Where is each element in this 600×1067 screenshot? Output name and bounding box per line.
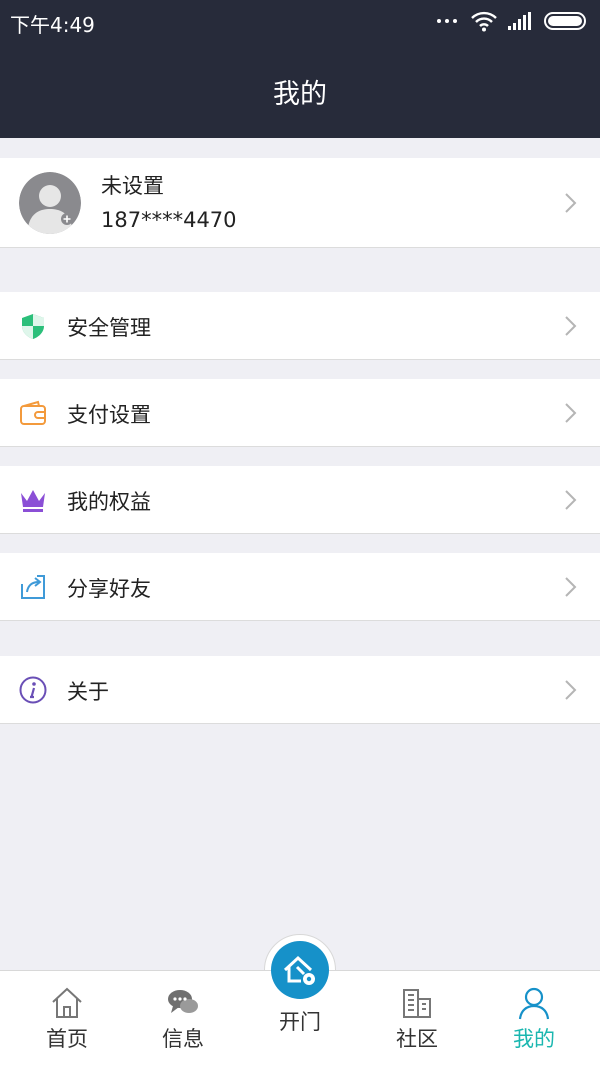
building-icon bbox=[403, 989, 431, 1018]
avatar-placeholder-icon bbox=[19, 172, 81, 234]
menu-item-about[interactable]: 关于 bbox=[0, 656, 600, 724]
chevron-right-icon bbox=[565, 316, 577, 336]
tab-label: 信息 bbox=[162, 1027, 204, 1051]
user-icon bbox=[518, 987, 550, 1020]
menu-item-payment[interactable]: 支付设置 bbox=[0, 379, 600, 447]
chevron-right-icon bbox=[565, 577, 577, 597]
tab-mine[interactable]: 我的 bbox=[484, 971, 584, 1067]
wallet-icon bbox=[20, 400, 46, 425]
chevron-right-icon bbox=[565, 193, 577, 213]
chevron-right-icon bbox=[565, 403, 577, 423]
status-time: 下午4:49 bbox=[10, 13, 95, 37]
open-door-label: 开门 bbox=[279, 1010, 321, 1034]
menu-item-label: 支付设置 bbox=[67, 403, 151, 427]
status-bar: 下午4:49 bbox=[0, 0, 600, 44]
signal-icon bbox=[508, 12, 531, 30]
wifi-icon bbox=[471, 11, 497, 32]
open-door-button[interactable] bbox=[271, 941, 329, 999]
tab-label: 首页 bbox=[46, 1027, 88, 1051]
profile-phone: 187****4470 bbox=[101, 208, 237, 232]
menu-item-label: 我的权益 bbox=[67, 490, 151, 514]
menu-item-share[interactable]: 分享好友 bbox=[0, 553, 600, 621]
chat-icon bbox=[168, 990, 198, 1013]
home-icon bbox=[52, 987, 82, 1018]
tab-label: 我的 bbox=[513, 1027, 555, 1051]
tab-community[interactable]: 社区 bbox=[367, 971, 467, 1067]
tab-messages[interactable]: 信息 bbox=[133, 971, 233, 1067]
info-icon bbox=[19, 676, 47, 704]
menu-item-label: 安全管理 bbox=[67, 316, 151, 340]
menu-item-label: 分享好友 bbox=[67, 577, 151, 601]
chevron-right-icon bbox=[565, 490, 577, 510]
tab-home[interactable]: 首页 bbox=[17, 971, 117, 1067]
menu-item-label: 关于 bbox=[67, 680, 109, 704]
more-dots-icon bbox=[437, 19, 457, 23]
chevron-right-icon bbox=[565, 680, 577, 700]
page-title: 我的 bbox=[273, 78, 327, 110]
shield-icon bbox=[22, 314, 44, 339]
avatar[interactable] bbox=[19, 172, 81, 234]
crown-icon bbox=[21, 490, 45, 512]
menu-item-benefits[interactable]: 我的权益 bbox=[0, 466, 600, 534]
profile-row[interactable]: 未设置 187****4470 bbox=[0, 158, 600, 248]
title-bar: 我的 bbox=[0, 44, 600, 138]
profile-name: 未设置 bbox=[101, 174, 164, 198]
battery-icon bbox=[544, 12, 586, 30]
share-icon bbox=[21, 575, 45, 599]
open-door-icon bbox=[283, 955, 315, 985]
tab-label: 社区 bbox=[396, 1027, 438, 1051]
menu-item-security[interactable]: 安全管理 bbox=[0, 292, 600, 360]
